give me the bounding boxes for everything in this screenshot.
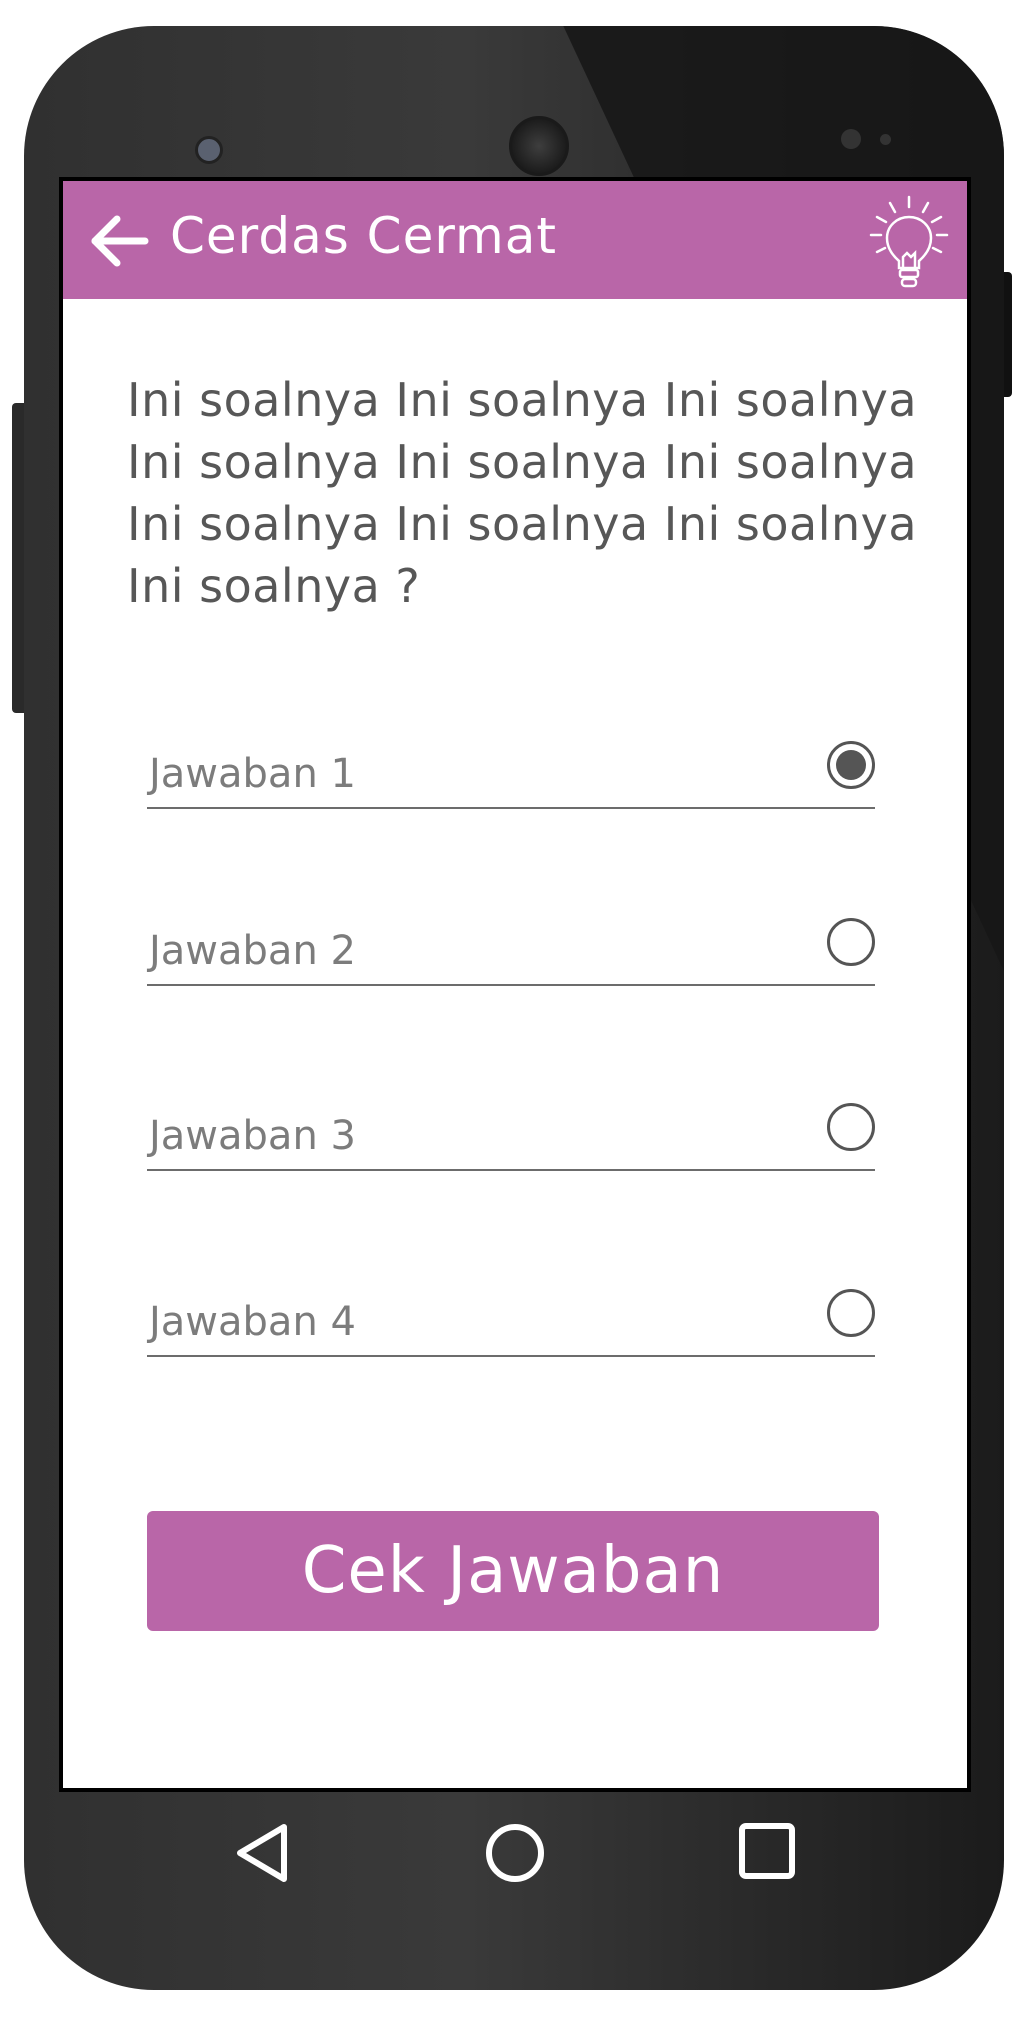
answer-label: Jawaban 3 (149, 1113, 356, 1159)
light-sensor (841, 129, 861, 149)
arrow-left-icon[interactable] (89, 214, 149, 268)
radio-button-selected[interactable] (827, 741, 875, 789)
question-text: Ini soalnya Ini soalnya Ini soalnya Ini … (127, 373, 918, 613)
radio-button[interactable] (827, 1289, 875, 1337)
answer-label: Jawaban 4 (149, 1299, 356, 1345)
front-camera (509, 116, 569, 176)
app-bar: Cerdas Cermat (63, 181, 967, 299)
radio-button[interactable] (827, 1103, 875, 1151)
answer-label: Jawaban 1 (149, 751, 356, 797)
answer-option-1[interactable]: Jawaban 1 (147, 741, 875, 809)
nav-home-icon[interactable] (484, 1822, 546, 1884)
nav-back-icon[interactable] (234, 1822, 290, 1884)
notification-led (880, 134, 891, 145)
radio-button[interactable] (827, 918, 875, 966)
check-answer-button[interactable]: Cek Jawaban (147, 1511, 879, 1631)
phone-screen: Cerdas Cermat Ini soalnya Ini soalnya In… (59, 177, 971, 1792)
answer-option-2[interactable]: Jawaban 2 (147, 918, 875, 986)
answer-label: Jawaban 2 (149, 928, 356, 974)
nav-recents-icon[interactable] (738, 1822, 796, 1880)
answer-option-3[interactable]: Jawaban 3 (147, 1103, 875, 1171)
lightbulb-icon[interactable] (867, 195, 951, 290)
app-title: Cerdas Cermat (170, 207, 557, 265)
answer-option-4[interactable]: Jawaban 4 (147, 1289, 875, 1357)
proximity-sensor (195, 136, 223, 164)
